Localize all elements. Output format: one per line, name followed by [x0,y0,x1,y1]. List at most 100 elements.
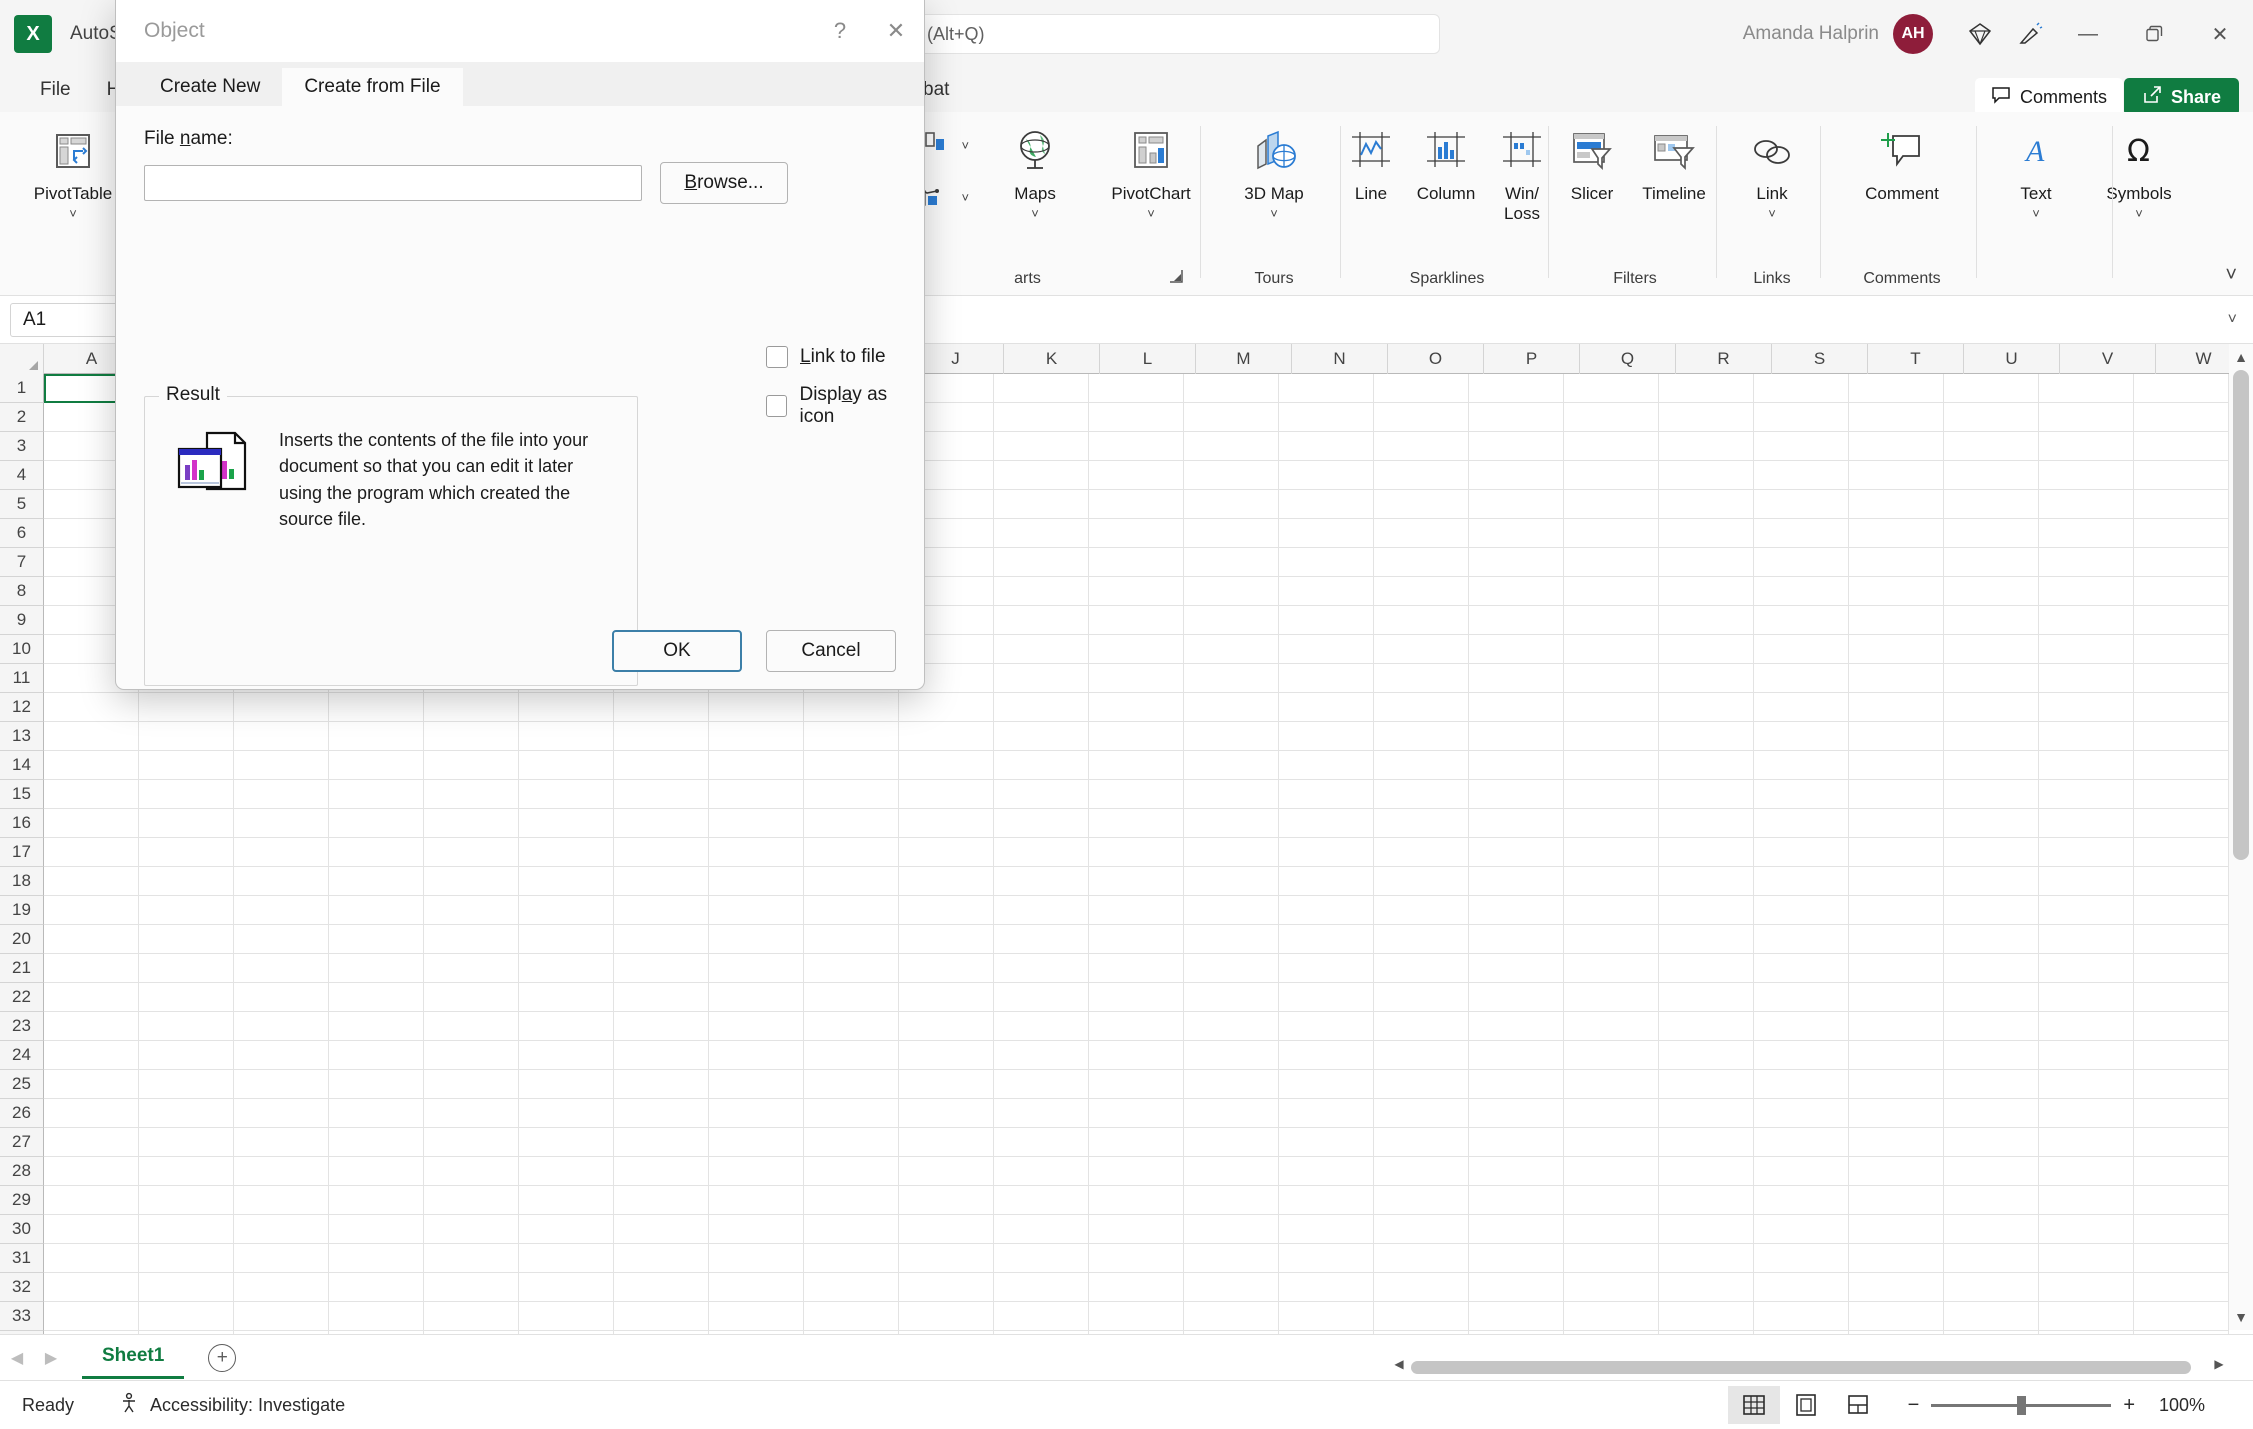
cell-E32[interactable] [424,1273,519,1302]
cell-E14[interactable] [424,751,519,780]
cell-W16[interactable] [2134,809,2229,838]
column-header-L[interactable]: L [1100,344,1196,374]
cell-G27[interactable] [614,1128,709,1157]
row-header-16[interactable]: 16 [0,809,44,838]
cell-P26[interactable] [1469,1099,1564,1128]
avatar[interactable]: AH [1893,14,1933,54]
cell-Q12[interactable] [1564,693,1659,722]
cell-F13[interactable] [519,722,614,751]
close-button[interactable]: ✕ [2187,0,2253,68]
cell-E24[interactable] [424,1041,519,1070]
cell-F32[interactable] [519,1273,614,1302]
cell-L24[interactable] [1089,1041,1184,1070]
cell-Q20[interactable] [1564,925,1659,954]
cell-K12[interactable] [994,693,1089,722]
cell-K9[interactable] [994,606,1089,635]
cell-T22[interactable] [1849,983,1944,1012]
cell-V8[interactable] [2039,577,2134,606]
cell-C17[interactable] [234,838,329,867]
cell-S3[interactable] [1754,432,1849,461]
cell-M19[interactable] [1184,896,1279,925]
cell-S7[interactable] [1754,548,1849,577]
cell-K28[interactable] [994,1157,1089,1186]
cell-S8[interactable] [1754,577,1849,606]
cell-P9[interactable] [1469,606,1564,635]
cell-T17[interactable] [1849,838,1944,867]
cell-P17[interactable] [1469,838,1564,867]
cell-U22[interactable] [1944,983,2039,1012]
cell-V26[interactable] [2039,1099,2134,1128]
cell-P33[interactable] [1469,1302,1564,1331]
cell-K19[interactable] [994,896,1089,925]
cell-R15[interactable] [1659,780,1754,809]
cell-J26[interactable] [899,1099,994,1128]
cell-O6[interactable] [1374,519,1469,548]
cell-S33[interactable] [1754,1302,1849,1331]
cell-P27[interactable] [1469,1128,1564,1157]
ribbon-collapse-icon[interactable]: ˅ [2225,264,2237,287]
cell-V2[interactable] [2039,403,2134,432]
cell-O11[interactable] [1374,664,1469,693]
cell-T6[interactable] [1849,519,1944,548]
cell-N22[interactable] [1279,983,1374,1012]
cell-O19[interactable] [1374,896,1469,925]
cell-B15[interactable] [139,780,234,809]
cell-B28[interactable] [139,1157,234,1186]
cell-H32[interactable] [709,1273,804,1302]
cell-E29[interactable] [424,1186,519,1215]
row-header-8[interactable]: 8 [0,577,44,606]
cell-W25[interactable] [2134,1070,2229,1099]
cell-O2[interactable] [1374,403,1469,432]
cell-I32[interactable] [804,1273,899,1302]
cell-C28[interactable] [234,1157,329,1186]
cell-I14[interactable] [804,751,899,780]
row-header-9[interactable]: 9 [0,606,44,635]
cell-I26[interactable] [804,1099,899,1128]
cell-Q32[interactable] [1564,1273,1659,1302]
cell-R16[interactable] [1659,809,1754,838]
cell-K10[interactable] [994,635,1089,664]
cell-J15[interactable] [899,780,994,809]
row-header-12[interactable]: 12 [0,693,44,722]
cell-S31[interactable] [1754,1244,1849,1273]
cell-O30[interactable] [1374,1215,1469,1244]
cell-F33[interactable] [519,1302,614,1331]
cell-R13[interactable] [1659,722,1754,751]
cell-D33[interactable] [329,1302,424,1331]
cell-A18[interactable] [44,867,139,896]
new-comment-button[interactable]: Comment [1832,112,1972,204]
cell-O15[interactable] [1374,780,1469,809]
cell-M7[interactable] [1184,548,1279,577]
cell-R8[interactable] [1659,577,1754,606]
cell-Q28[interactable] [1564,1157,1659,1186]
cell-K25[interactable] [994,1070,1089,1099]
cell-C33[interactable] [234,1302,329,1331]
cell-C30[interactable] [234,1215,329,1244]
horizontal-scrollbar[interactable]: ◀ ▶ [1389,1357,2229,1377]
cell-I20[interactable] [804,925,899,954]
cell-G17[interactable] [614,838,709,867]
row-header-6[interactable]: 6 [0,519,44,548]
cell-A15[interactable] [44,780,139,809]
cell-W5[interactable] [2134,490,2229,519]
cell-H13[interactable] [709,722,804,751]
cell-N8[interactable] [1279,577,1374,606]
cell-T19[interactable] [1849,896,1944,925]
cell-A16[interactable] [44,809,139,838]
zoom-track[interactable] [1931,1404,2111,1407]
cell-U28[interactable] [1944,1157,2039,1186]
cell-O24[interactable] [1374,1041,1469,1070]
cell-B16[interactable] [139,809,234,838]
cell-F19[interactable] [519,896,614,925]
cell-V10[interactable] [2039,635,2134,664]
zoom-out-button[interactable]: − [1908,1394,1920,1417]
sheet-tab-sheet1[interactable]: Sheet1 [82,1337,184,1379]
cell-B32[interactable] [139,1273,234,1302]
cell-R27[interactable] [1659,1128,1754,1157]
cell-K31[interactable] [994,1244,1089,1273]
cell-H24[interactable] [709,1041,804,1070]
cell-N4[interactable] [1279,461,1374,490]
cell-Q2[interactable] [1564,403,1659,432]
cell-T16[interactable] [1849,809,1944,838]
column-header-N[interactable]: N [1292,344,1388,374]
